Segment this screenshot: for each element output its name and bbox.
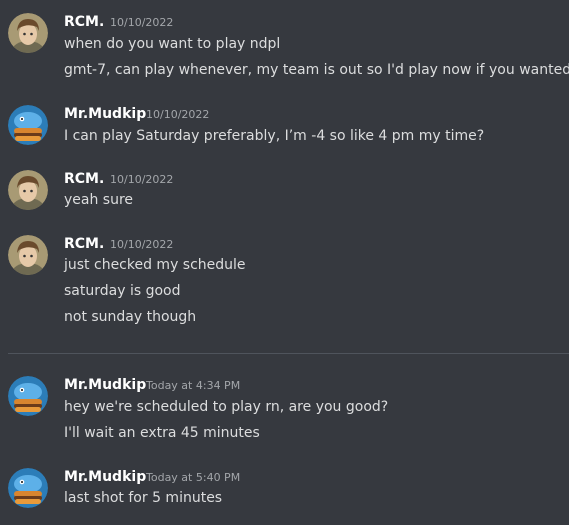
avatar[interactable] bbox=[8, 376, 48, 416]
avatar[interactable] bbox=[8, 235, 48, 275]
message-text: last shot for 5 minutes bbox=[64, 490, 223, 506]
timestamp: 10/10/2022 bbox=[110, 238, 174, 251]
message-text: yeah sure bbox=[64, 192, 134, 208]
message-text: just checked my schedule bbox=[64, 257, 246, 273]
mudkip-avatar-icon bbox=[8, 376, 48, 416]
message-text: hey we're scheduled to play rn, are you … bbox=[64, 399, 389, 415]
rcm-avatar-icon bbox=[8, 13, 48, 53]
mudkip-avatar-icon bbox=[8, 105, 48, 145]
avatar[interactable] bbox=[8, 468, 48, 508]
message-text: saturday is good bbox=[64, 283, 181, 299]
avatar[interactable] bbox=[8, 13, 48, 53]
username[interactable]: RCM. bbox=[64, 235, 104, 253]
timestamp: Today at 5:40 PM bbox=[146, 471, 241, 484]
timestamp: 10/10/2022 bbox=[110, 173, 174, 186]
new-messages-divider bbox=[8, 353, 569, 354]
username[interactable]: Mr.Mudkip bbox=[64, 105, 146, 123]
username[interactable]: Mr.Mudkip bbox=[64, 376, 146, 394]
timestamp: 10/10/2022 bbox=[110, 16, 174, 29]
avatar[interactable] bbox=[8, 105, 48, 145]
timestamp: 10/10/2022 bbox=[146, 108, 210, 121]
message-text: I can play Saturday preferably, I’m -4 s… bbox=[64, 128, 485, 144]
message-text: I'll wait an extra 45 minutes bbox=[64, 425, 260, 441]
username[interactable]: Mr.Mudkip bbox=[64, 468, 146, 486]
timestamp: Today at 4:34 PM bbox=[146, 379, 241, 392]
username[interactable]: RCM. bbox=[64, 13, 104, 31]
mudkip-avatar-icon bbox=[8, 468, 48, 508]
message-text: when do you want to play ndpl bbox=[64, 36, 281, 52]
rcm-avatar-icon bbox=[8, 235, 48, 275]
username[interactable]: RCM. bbox=[64, 170, 104, 188]
message-text: gmt-7, can play whenever, my team is out… bbox=[64, 62, 569, 78]
avatar[interactable] bbox=[8, 170, 48, 210]
rcm-avatar-icon bbox=[8, 170, 48, 210]
message-text: not sunday though bbox=[64, 309, 197, 325]
